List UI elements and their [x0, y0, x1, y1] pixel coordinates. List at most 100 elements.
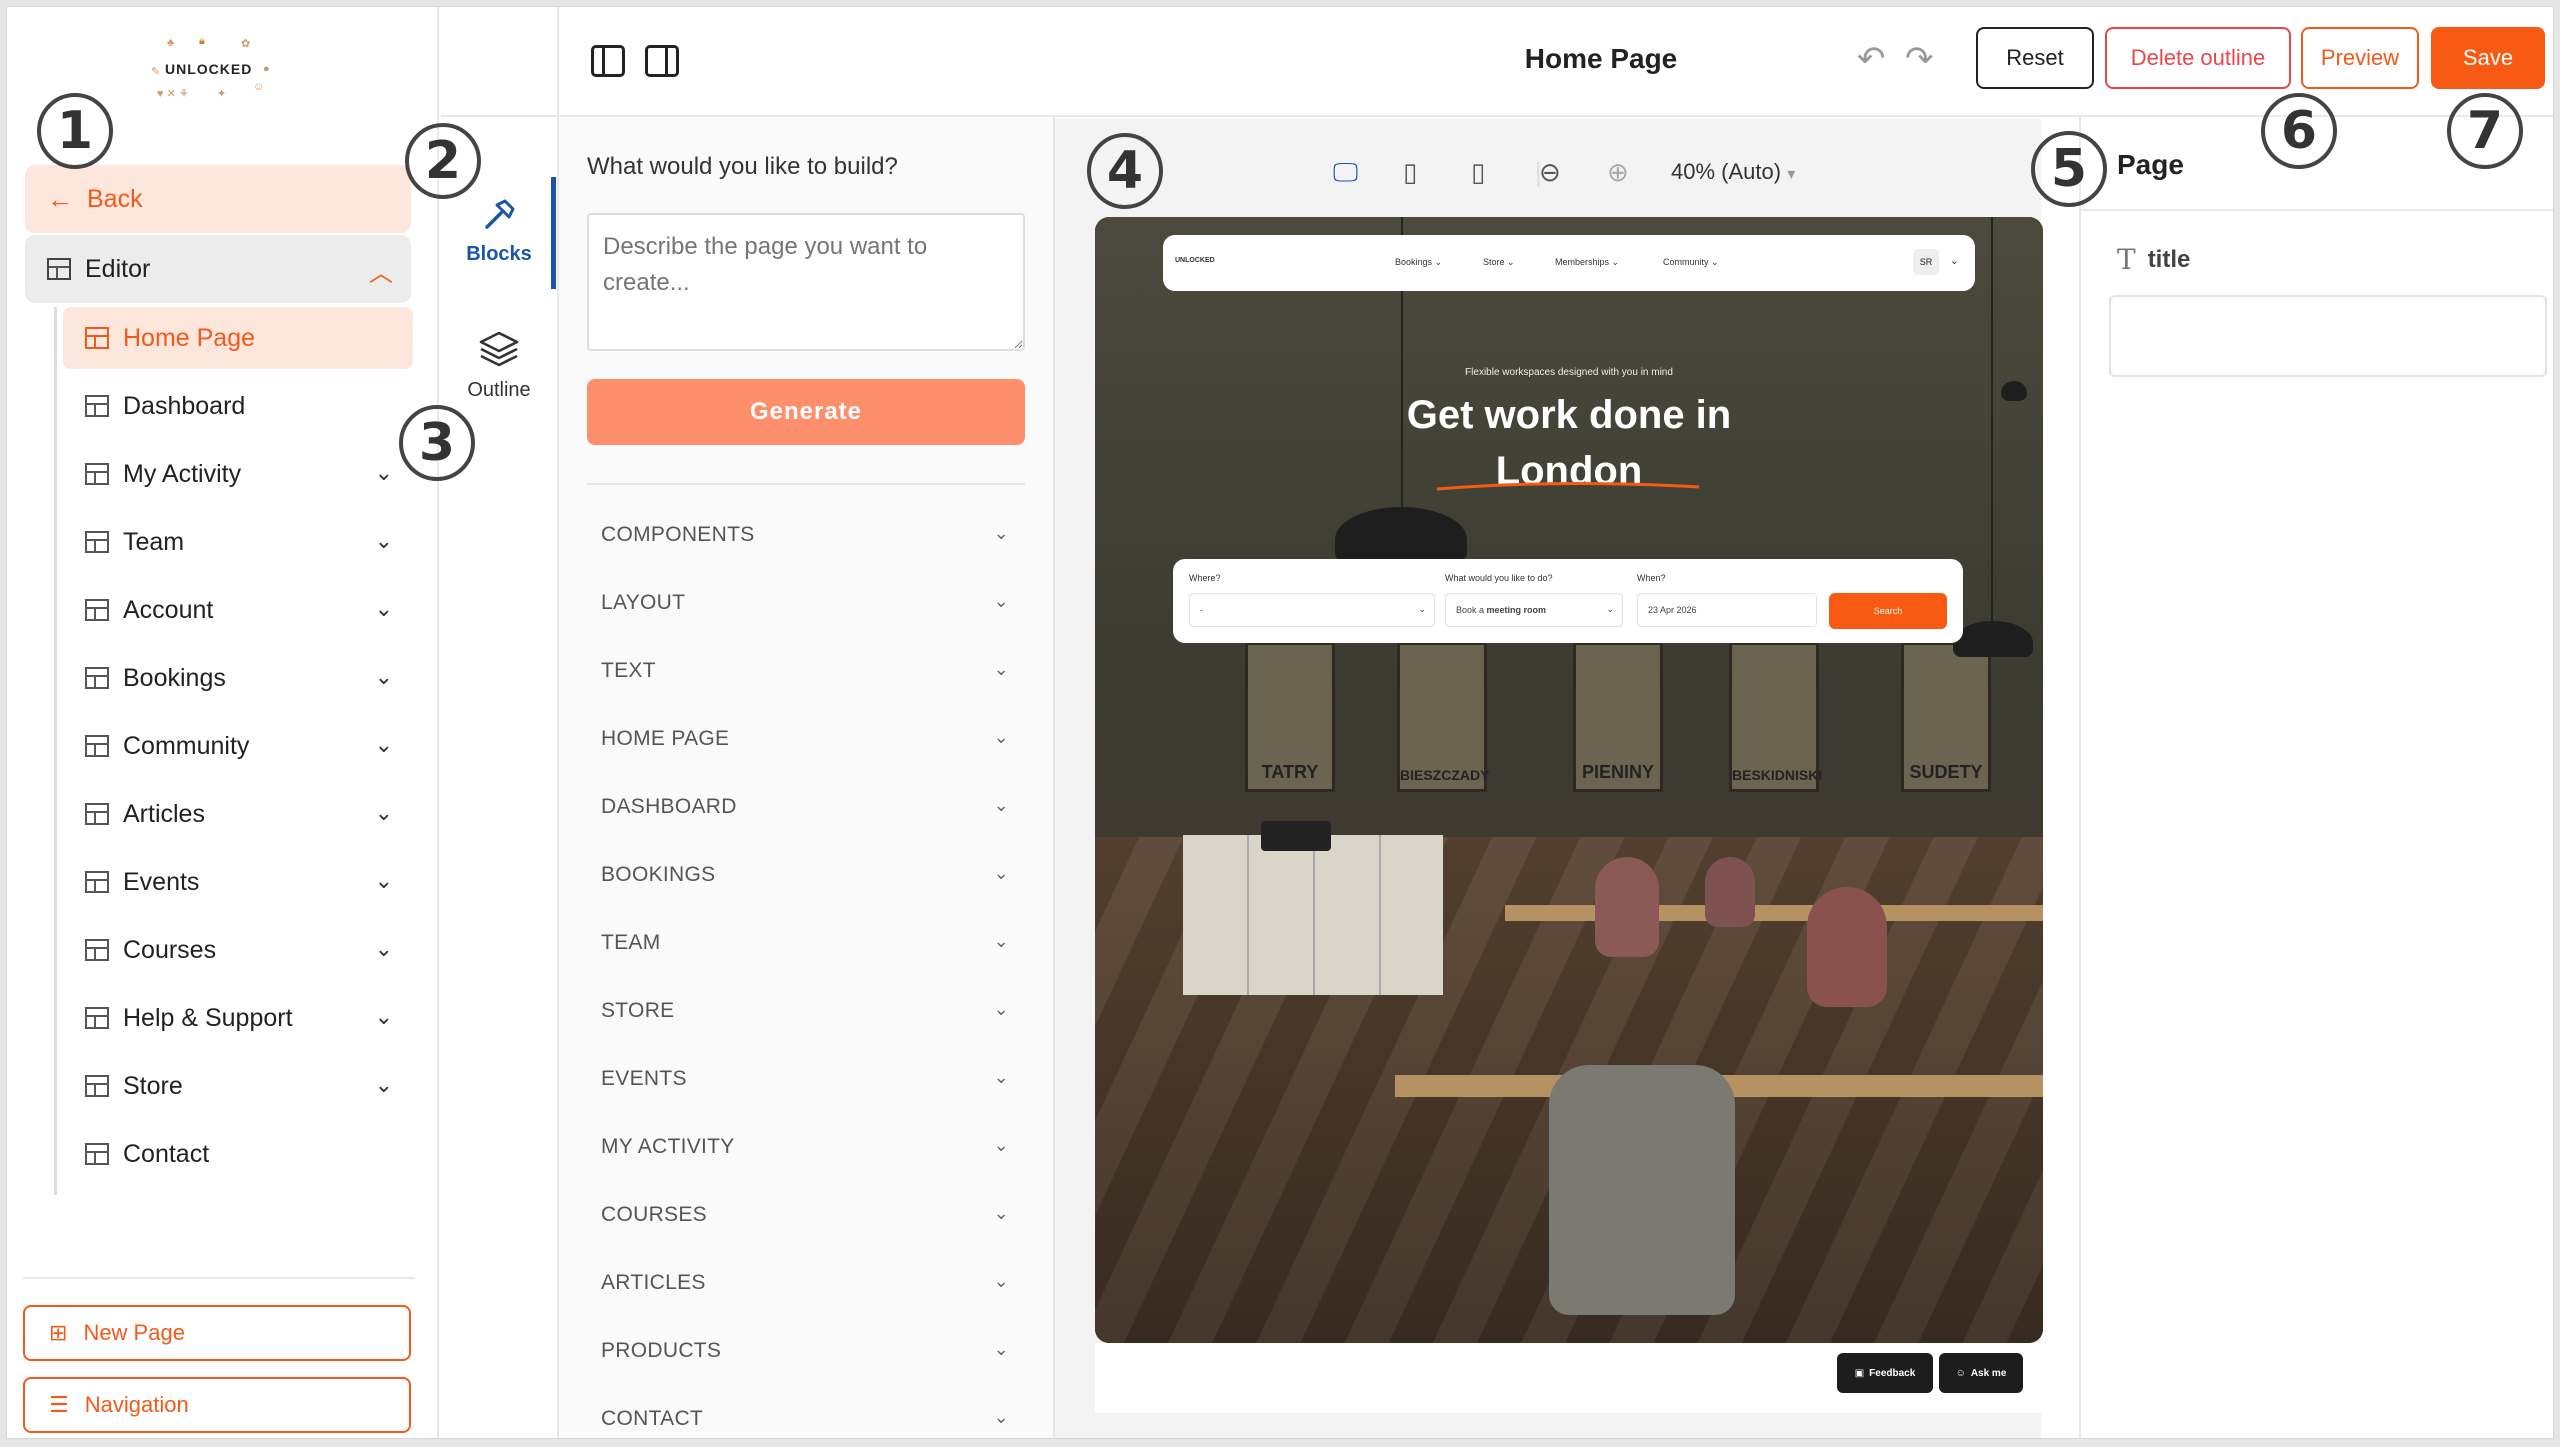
undo-icon[interactable]: ↶ [1857, 39, 1886, 79]
page-layout-icon [85, 1075, 109, 1097]
sidebar-item-contact[interactable]: Contact [63, 1123, 413, 1185]
generate-button[interactable]: Generate [587, 379, 1025, 445]
table [1505, 905, 2043, 921]
zoom-out-icon[interactable]: ⊖ [1539, 157, 1561, 188]
desktop-view-icon[interactable]: 🖵︎ [1333, 157, 1358, 189]
chevron-down-icon[interactable]: ⌄ [375, 800, 393, 826]
sidebar-item-my-activity[interactable]: My Activity ⌄ [63, 443, 413, 505]
mobile-view-icon[interactable]: ▯ [1471, 157, 1485, 188]
sidebar-item-community[interactable]: Community ⌄ [63, 715, 413, 777]
category-components[interactable]: COMPONENTS ⌄ [587, 501, 1025, 569]
site-nav-community[interactable]: Community ⌄ [1663, 257, 1719, 268]
sidebar-item-team[interactable]: Team ⌄ [63, 511, 413, 573]
ask-me-button[interactable]: ☺ Ask me [1939, 1353, 2023, 1393]
category-layout[interactable]: LAYOUT ⌄ [587, 569, 1025, 637]
avatar[interactable]: SR [1913, 249, 1939, 275]
sidebar-item-account[interactable]: Account ⌄ [63, 579, 413, 641]
feedback-button[interactable]: ▣ Feedback [1837, 1353, 1933, 1393]
chevron-down-icon[interactable]: ⌄ [375, 1004, 393, 1030]
chevron-down-icon[interactable]: ⌄ [375, 528, 393, 554]
pendant-lamp [1953, 621, 2033, 657]
page-description-input[interactable] [587, 213, 1025, 351]
chevron-down-icon: ⌄ [1606, 604, 1614, 614]
zoom-select[interactable]: 40% (Auto) ▾ [1671, 159, 1795, 185]
chevron-down-icon[interactable]: ⌄ [375, 936, 393, 962]
annotation-badge: 7 [2447, 93, 2523, 169]
menu-lines-icon: ☰ [49, 1392, 69, 1417]
sidebar-item-store[interactable]: Store ⌄ [63, 1055, 413, 1117]
tab-outline-label: Outline [467, 379, 531, 401]
date-input[interactable]: 23 Apr 2026 [1637, 593, 1817, 627]
annotation-badge: 5 [2031, 131, 2107, 207]
category-dashboard[interactable]: DASHBOARD ⌄ [587, 773, 1025, 841]
tool-rail: Blocks Outline [441, 117, 557, 1438]
activity-select[interactable]: Book a meeting room ⌄ [1445, 593, 1623, 627]
page-layout-icon [85, 871, 109, 893]
annotation-badge: 4 [1087, 133, 1163, 209]
title-input[interactable] [2109, 295, 2547, 377]
new-page-button[interactable]: ⊞ New Page [23, 1305, 411, 1361]
category-events[interactable]: EVENTS ⌄ [587, 1045, 1025, 1113]
tab-blocks[interactable]: Blocks [441, 195, 557, 266]
editor-section-toggle[interactable]: Editor ︿ [25, 235, 411, 303]
sidebar-item-help-support[interactable]: Help & Support ⌄ [63, 987, 413, 1049]
chevron-down-icon: ⌄ [993, 659, 1009, 679]
category-my-activity[interactable]: MY ACTIVITY ⌄ [587, 1113, 1025, 1181]
divider [587, 483, 1025, 485]
site-nav-memberships[interactable]: Memberships ⌄ [1555, 257, 1619, 268]
page-layout-icon [85, 599, 109, 621]
redo-icon[interactable]: ↷ [1905, 39, 1934, 79]
category-team[interactable]: TEAM ⌄ [587, 909, 1025, 977]
tablet-view-icon[interactable]: ▯ [1403, 157, 1417, 188]
chevron-down-icon[interactable]: ⌄ [375, 1072, 393, 1098]
site-nav-bookings[interactable]: Bookings ⌄ [1395, 257, 1442, 268]
activity-label: What would you like to do? [1445, 573, 1553, 583]
sidebar-item-articles[interactable]: Articles ⌄ [63, 783, 413, 845]
category-text[interactable]: TEXT ⌄ [587, 637, 1025, 705]
activity-value: meeting room [1486, 605, 1547, 615]
category-bookings[interactable]: BOOKINGS ⌄ [587, 841, 1025, 909]
chevron-down-icon[interactable]: ⌄ [375, 596, 393, 622]
logo-decoration-icon: ☺ [253, 81, 265, 93]
chevron-down-icon[interactable]: ⌄ [375, 664, 393, 690]
logo-decoration-icon: ● [263, 63, 270, 75]
sidebar-item-home-page[interactable]: Home Page [63, 307, 413, 369]
back-button[interactable]: ← Back [25, 165, 411, 233]
poster: PIENINY [1573, 642, 1663, 792]
reset-button[interactable]: Reset [1976, 27, 2094, 89]
chevron-down-icon[interactable]: ⌄ [375, 460, 393, 486]
navigation-label: Navigation [84, 1392, 189, 1417]
chevron-down-icon[interactable]: ⌄ [375, 732, 393, 758]
chevron-down-icon[interactable]: ⌄ [375, 868, 393, 894]
category-courses[interactable]: COURSES ⌄ [587, 1181, 1025, 1249]
sidebar-item-bookings[interactable]: Bookings ⌄ [63, 647, 413, 709]
logo-decoration-icon: ♣ [167, 37, 175, 49]
category-articles[interactable]: ARTICLES ⌄ [587, 1249, 1025, 1317]
category-products[interactable]: PRODUCTS ⌄ [587, 1317, 1025, 1385]
site-nav-store[interactable]: Store ⌄ [1483, 257, 1515, 268]
navigation-button[interactable]: ☰ Navigation [23, 1377, 411, 1433]
poster: SUDETY [1901, 642, 1991, 792]
where-value: - [1200, 605, 1203, 615]
logo-decoration-icon: ✦ [217, 88, 227, 100]
sidebar-item-courses[interactable]: Courses ⌄ [63, 919, 413, 981]
where-select[interactable]: - ⌄ [1189, 593, 1435, 627]
preview-button[interactable]: Preview [2301, 27, 2419, 89]
category-label: COURSES [601, 1203, 707, 1226]
category-store[interactable]: STORE ⌄ [587, 977, 1025, 1045]
sidebar-item-dashboard[interactable]: Dashboard [63, 375, 413, 437]
site-preview[interactable]: TATRY BIESZCZADY PIENINY BESKIDNISKI SUD… [1095, 217, 2043, 1343]
zoom-in-icon[interactable]: ⊕ [1607, 157, 1629, 188]
tab-outline[interactable]: Outline [441, 327, 557, 402]
hammer-icon [485, 199, 515, 229]
save-button[interactable]: Save [2431, 27, 2545, 89]
site-nav-label: Store [1483, 257, 1505, 267]
toggle-left-panel-icon[interactable] [591, 45, 625, 77]
category-home-page[interactable]: HOME PAGE ⌄ [587, 705, 1025, 773]
delete-outline-button[interactable]: Delete outline [2105, 27, 2291, 89]
category-contact[interactable]: CONTACT ⌄ [587, 1385, 1025, 1438]
sidebar-item-events[interactable]: Events ⌄ [63, 851, 413, 913]
toggle-right-panel-icon[interactable] [645, 45, 679, 77]
search-button[interactable]: Search [1829, 593, 1947, 629]
logo: ♣ 🔒︎ ✿ UNLOCKED ✎ ● ♥ ✕ ⚘ ✦ ☺ [137, 31, 277, 111]
